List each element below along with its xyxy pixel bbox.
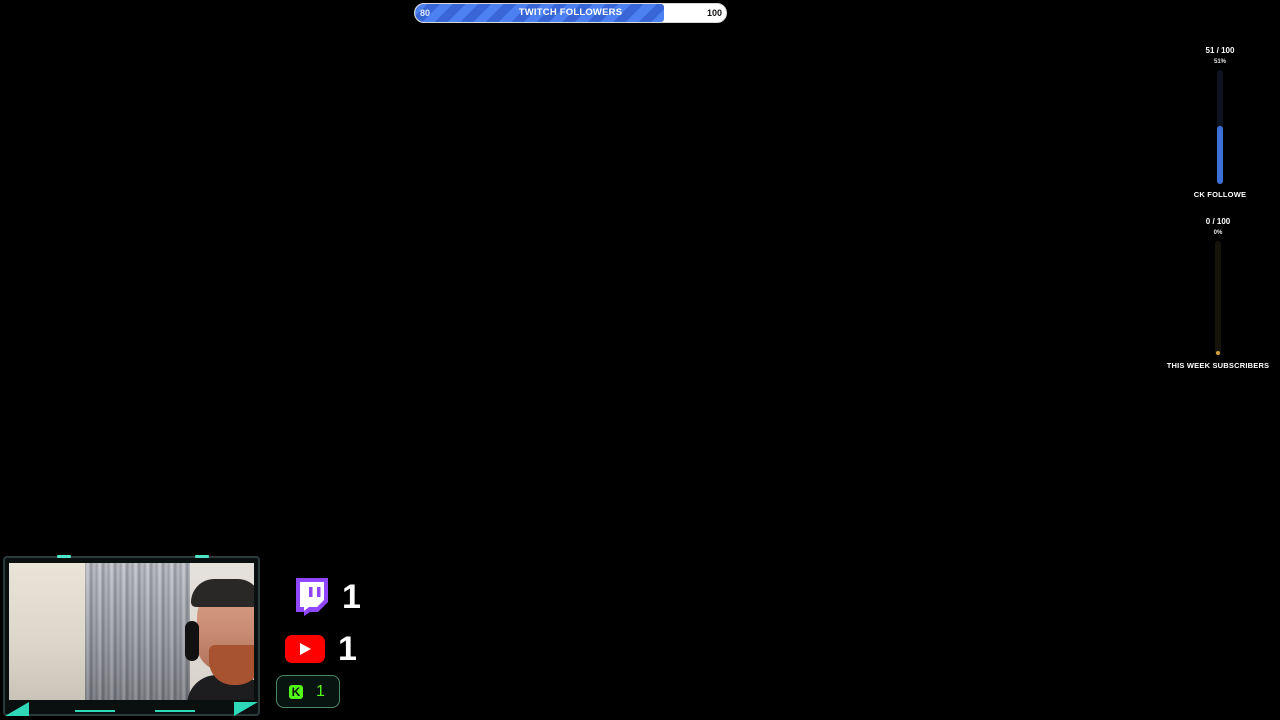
youtube-icon (285, 635, 325, 663)
vertical-goal-followers: 51 / 100 51% CK FOLLOWE (1160, 46, 1280, 200)
goal-track (1215, 241, 1221, 355)
frame-accent (75, 710, 115, 712)
goal-percent: 51% (1213, 59, 1226, 65)
stream-overlay: 80 TWITCH FOLLOWERS 100 51 / 100 51% CK … (0, 0, 1280, 720)
goal-count: 51 / 100 (1205, 46, 1235, 55)
followers-goal-bar: 80 TWITCH FOLLOWERS 100 (414, 3, 727, 23)
youtube-count: 1 (338, 630, 357, 668)
goal-track (1217, 70, 1223, 184)
twitch-count: 1 (342, 578, 361, 616)
streamer-cap (191, 579, 254, 607)
youtube-play-icon (300, 643, 311, 655)
webcam-feed (9, 563, 254, 700)
headphones (185, 621, 199, 661)
goal-count: 0 / 100 (1205, 217, 1231, 226)
webcam-frame (3, 555, 260, 716)
frame-corner-right (234, 702, 258, 716)
followers-goal-end: 100 (706, 8, 722, 18)
kick-count-badge: K 1 (276, 675, 340, 708)
twitch-count-row: 1 (294, 578, 361, 616)
frame-accent (195, 555, 209, 558)
frame-corner-left (5, 702, 29, 716)
kick-count: 1 (316, 682, 325, 700)
goal-marker (1218, 125, 1222, 130)
frame-accent (155, 710, 195, 712)
followers-goal-title: TWITCH FOLLOWERS (518, 7, 623, 18)
curtain-shading (85, 563, 190, 700)
twitch-icon (294, 578, 330, 616)
goal-label: THIS WEEK SUBSCRIBERS (1166, 361, 1270, 370)
kick-icon: K (289, 684, 303, 699)
goal-fill (1217, 125, 1223, 184)
goal-label: CK FOLLOWE (1193, 190, 1247, 199)
goal-marker (1216, 351, 1220, 355)
goal-percent: 0% (1213, 230, 1223, 236)
youtube-count-row: 1 (285, 630, 357, 668)
frame-accent (57, 555, 71, 558)
background-wall (9, 563, 89, 700)
vertical-goal-subscribers: 0 / 100 0% THIS WEEK SUBSCRIBERS (1158, 217, 1278, 371)
